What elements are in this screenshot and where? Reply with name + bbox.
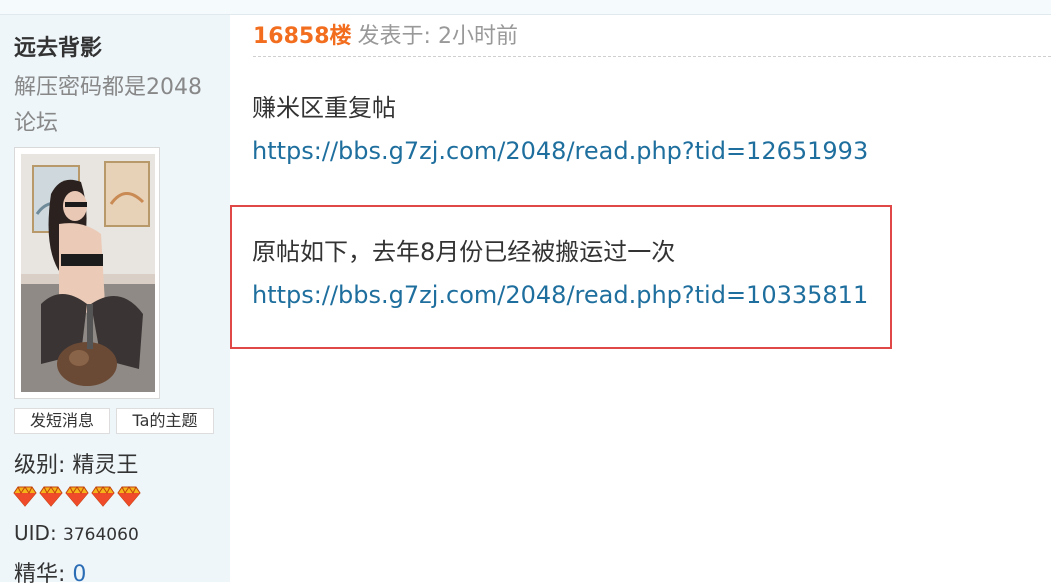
post-time: 发表于: 2小时前 — [357, 24, 518, 49]
floor-number[interactable]: 16858楼 — [253, 24, 352, 49]
uid-label: UID: — [14, 521, 64, 545]
user-signature: 解压密码都是2048论坛 — [14, 75, 202, 136]
post-text-line: 赚米区重复帖 — [252, 94, 396, 122]
post-link[interactable]: https://bbs.g7zj.com/2048/read.php?tid=1… — [252, 137, 868, 165]
post-header: 16858楼 发表于: 2小时前 — [253, 18, 518, 50]
top-band — [0, 0, 1051, 15]
diamond-icon — [13, 486, 37, 507]
diamond-icon — [65, 486, 89, 507]
username[interactable]: 远去背影 — [14, 30, 102, 62]
post-text-line: 原帖如下，去年8月份已经被搬运过一次 — [252, 238, 676, 266]
uid-value: 3764060 — [63, 525, 139, 545]
diamond-icon — [39, 486, 63, 507]
post-link[interactable]: https://bbs.g7zj.com/2048/read.php?tid=1… — [252, 281, 868, 309]
diamond-icon — [91, 486, 115, 507]
header-divider — [253, 56, 1051, 57]
essence-count-link[interactable]: 0 — [72, 562, 86, 587]
essence-label: 精华: — [14, 562, 73, 587]
avatar[interactable] — [21, 154, 155, 392]
user-uid: UID: 3764060 — [14, 521, 139, 545]
highlight-box — [230, 205, 892, 349]
user-topics-button[interactable]: Ta的主题 — [116, 408, 214, 434]
send-message-button[interactable]: 发短消息 — [14, 408, 110, 434]
user-level: 级别: 精灵王 — [14, 453, 139, 478]
user-essence: 精华: 0 — [14, 556, 86, 588]
diamond-icon — [117, 486, 141, 507]
level-icons — [13, 485, 143, 507]
avatar-frame — [14, 147, 160, 399]
